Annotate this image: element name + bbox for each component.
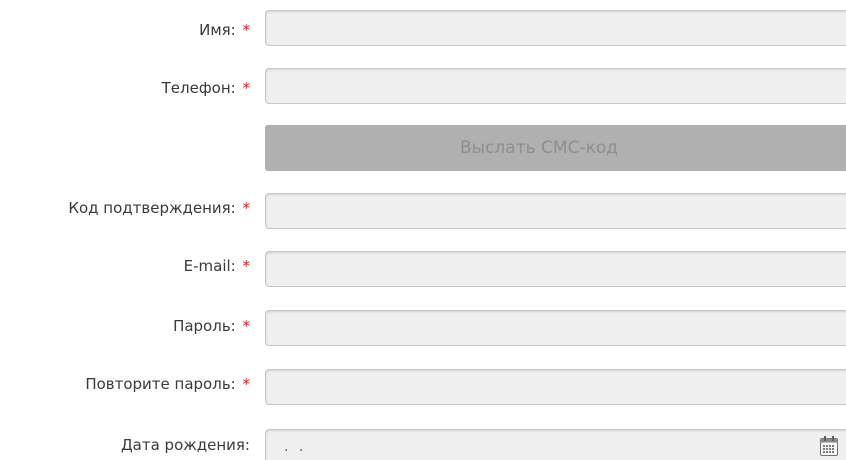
confirmation-code-label: Код подтверждения: * <box>68 198 250 218</box>
send-sms-code-button[interactable]: Выслать СМС-код <box>265 125 846 171</box>
name-label-text: Имя: <box>199 21 236 39</box>
repeat-password-input[interactable] <box>265 369 846 405</box>
calendar-icon[interactable] <box>819 435 839 457</box>
email-label-text: E-mail: <box>183 257 236 275</box>
confirmation-code-label-text: Код подтверждения: <box>68 199 236 217</box>
required-star: * <box>242 21 251 39</box>
required-star: * <box>242 257 251 275</box>
birthdate-value: . . <box>284 439 307 455</box>
phone-label: Телефон: * <box>162 78 250 98</box>
birthdate-label: Дата рождения: <box>121 435 250 455</box>
required-star: * <box>242 375 251 393</box>
password-label: Пароль: * <box>173 316 250 336</box>
repeat-password-label-text: Повторите пароль: <box>85 375 236 393</box>
name-label: Имя: * <box>199 20 250 40</box>
name-input[interactable] <box>265 10 846 46</box>
repeat-password-label: Повторите пароль: * <box>85 374 250 394</box>
required-star: * <box>242 79 251 97</box>
registration-form: Имя: * Телефон: * Выслать СМС-код Код по… <box>0 0 846 460</box>
email-label: E-mail: * <box>184 256 250 276</box>
birthdate-label-text: Дата рождения: <box>120 436 250 454</box>
password-label-text: Пароль: <box>173 317 236 335</box>
birthdate-input[interactable]: . . <box>265 429 846 460</box>
email-input[interactable] <box>265 251 846 287</box>
phone-input[interactable] <box>265 68 846 104</box>
confirmation-code-input[interactable] <box>265 193 846 229</box>
password-input[interactable] <box>265 310 846 346</box>
required-star: * <box>242 317 251 335</box>
phone-label-text: Телефон: <box>161 79 236 97</box>
required-star: * <box>242 199 251 217</box>
